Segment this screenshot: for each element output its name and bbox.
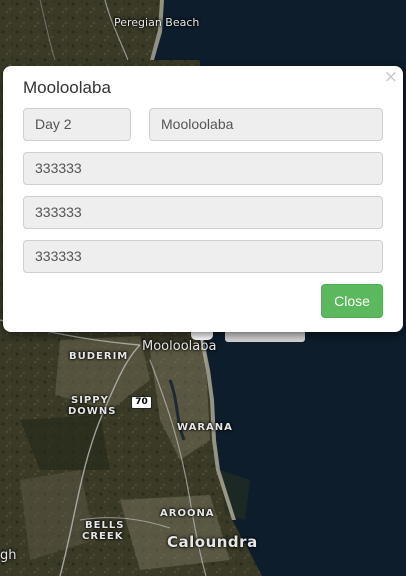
map-label-mooloolaba: Mooloolaba (142, 339, 217, 354)
map-label-edge-fragment: gh (0, 548, 17, 563)
location-modal: Mooloolaba × Day 2 Mooloolaba 333333 333… (3, 66, 403, 332)
detail-field-2[interactable]: 333333 (23, 196, 383, 229)
map-label-peregian-beach: Peregian Beach (114, 16, 200, 29)
modal-title: Mooloolaba (23, 78, 111, 97)
detail-field-1[interactable]: 333333 (23, 152, 383, 185)
map-label-downs: DOWNS (68, 406, 117, 417)
map-label-buderim: BUDERIM (69, 351, 129, 362)
map-label-creek: CREEK (82, 531, 124, 542)
map-label-warana: WARANA (177, 422, 233, 433)
day-field[interactable]: Day 2 (23, 108, 131, 141)
detail-field-3[interactable]: 333333 (23, 240, 383, 273)
close-icon[interactable]: × (384, 68, 398, 86)
map-label-aroona: AROONA (160, 508, 215, 519)
map-label-bells: BELLS (85, 520, 125, 531)
map-label-sippy: SIPPY (71, 395, 109, 406)
map-label-caloundra: Caloundra (167, 533, 258, 551)
road-shield-icon: 70 (131, 396, 152, 409)
location-name-field[interactable]: Mooloolaba (149, 108, 383, 141)
close-button[interactable]: Close (321, 284, 383, 318)
